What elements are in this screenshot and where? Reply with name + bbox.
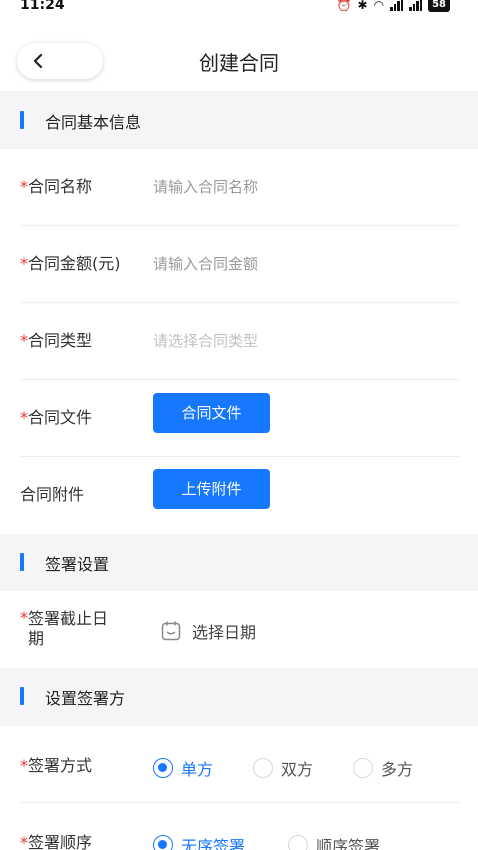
contract-file-button[interactable]: 合同文件 [153, 393, 270, 433]
radio-multi-party[interactable]: 多方 [353, 756, 413, 780]
contract-type-label: *合同类型 [20, 331, 93, 350]
contract-amount-label: *合同金额(元) [20, 254, 121, 273]
sign-deadline-label: 签署截止日期 [28, 609, 109, 648]
calendar-icon [161, 621, 181, 641]
contract-attachment-row: 合同附件 上传附件 [20, 457, 460, 534]
battery-icon: 58 [428, 0, 450, 12]
radio-circle [153, 835, 173, 850]
contract-name-input[interactable]: 请输入合同名称 [153, 176, 258, 197]
contract-name-label: *合同名称 [20, 177, 93, 196]
section-title: 签署设置 [45, 555, 110, 574]
date-picker-label: 选择日期 [192, 623, 257, 642]
sign-order-label: *签署顺序 [20, 833, 93, 850]
contract-file-row: *合同文件 合同文件 [20, 380, 460, 457]
required-mark: * [20, 177, 28, 196]
signal-icon [390, 0, 404, 11]
radio-single-party[interactable]: 单方 [153, 756, 213, 780]
contract-type-select[interactable]: 请选择合同类型 [153, 330, 258, 351]
page-title: 创建合同 [199, 51, 279, 75]
bluetooth-icon: ✱ [357, 0, 368, 12]
required-mark: * [20, 408, 28, 427]
radio-ordered-signing[interactable]: 顺序签署 [288, 833, 380, 850]
contract-attachment-label: 合同附件 [20, 485, 85, 504]
upload-attachment-button[interactable]: 上传附件 [153, 469, 270, 509]
nav-bar: 创建合同 [0, 35, 478, 87]
radio-unordered-signing[interactable]: 无序签署 [153, 833, 245, 850]
sign-method-row: *签署方式 单方 双方 多方 [20, 726, 460, 803]
radio-circle [153, 758, 173, 778]
alarm-icon: ⏰ [336, 0, 352, 12]
section-title: 设置签署方 [45, 689, 126, 708]
section-title: 合同基本信息 [45, 113, 142, 132]
status-icons: ⏰ ✱ ◠ 58 [337, 0, 450, 12]
contract-amount-row: *合同金额(元) 请输入合同金额 [20, 226, 460, 303]
signal-icon-2 [409, 0, 423, 11]
sign-order-row: *签署顺序 无序签署 顺序签署 [20, 803, 460, 850]
required-mark: * [20, 254, 28, 273]
section-marker [20, 111, 24, 129]
radio-two-party[interactable]: 双方 [253, 756, 313, 780]
section-marker [20, 687, 24, 705]
required-mark: * [20, 331, 28, 350]
wifi-icon: ◠ [373, 0, 385, 12]
radio-circle [253, 758, 273, 778]
section-signing-settings: 签署设置 [0, 534, 478, 591]
status-time: 11:24 [20, 0, 65, 13]
status-bar: 11:24 ⏰ ✱ ◠ 58 [0, 0, 478, 22]
required-mark: * [20, 833, 28, 850]
contract-name-row: *合同名称 请输入合同名称 [20, 149, 460, 226]
sign-deadline-row: * 签署截止日期 选择日期 [20, 591, 460, 668]
radio-circle [353, 758, 373, 778]
contract-type-row: *合同类型 请选择合同类型 [20, 303, 460, 380]
date-picker[interactable]: 选择日期 [160, 619, 256, 643]
radio-circle [288, 835, 308, 850]
sign-method-label: *签署方式 [20, 756, 93, 775]
contract-file-label: *合同文件 [20, 408, 93, 427]
section-signing-parties: 设置签署方 [0, 668, 478, 726]
section-basic-info: 合同基本信息 [0, 91, 478, 149]
required-mark: * [20, 756, 28, 775]
section-marker [20, 553, 24, 571]
contract-amount-input[interactable]: 请输入合同金额 [153, 253, 258, 274]
